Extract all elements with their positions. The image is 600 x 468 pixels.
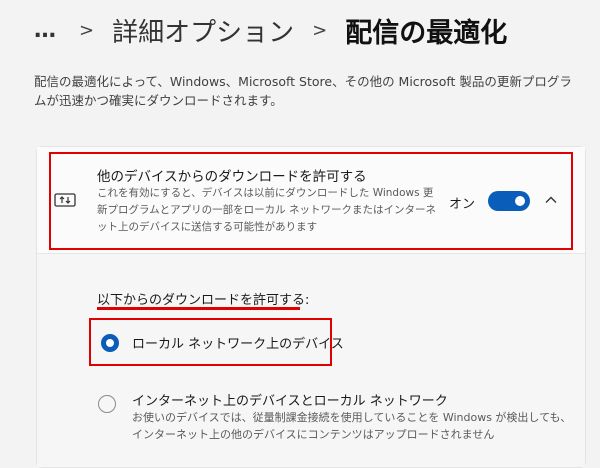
- internet-and-local-radio[interactable]: [98, 395, 116, 413]
- highlight-underline: [97, 307, 300, 310]
- download-from-label: 以下からのダウンロードを許可する:: [97, 293, 310, 308]
- local-network-option-label[interactable]: ローカル ネットワーク上のデバイス: [132, 333, 344, 352]
- local-network-radio[interactable]: [101, 334, 119, 352]
- more-breadcrumb-button[interactable]: …: [34, 18, 57, 43]
- breadcrumb: … > 詳細オプション > 配信の最適化: [34, 8, 507, 52]
- breadcrumb-parent-link[interactable]: 詳細オプション: [112, 12, 294, 49]
- internet-option-description: お使いのデバイスでは、従量制課金接続を使用していることを Windows が検出…: [132, 411, 572, 441]
- highlight-box-setting: [49, 152, 573, 250]
- page-description: 配信の最適化によって、Windows、Microsoft Store、その他の …: [34, 74, 572, 108]
- breadcrumb-separator: >: [312, 19, 328, 41]
- page-title: 配信の最適化: [345, 17, 508, 49]
- internet-option-label[interactable]: インターネット上のデバイスとローカル ネットワーク: [132, 390, 448, 409]
- breadcrumb-separator: >: [79, 19, 95, 41]
